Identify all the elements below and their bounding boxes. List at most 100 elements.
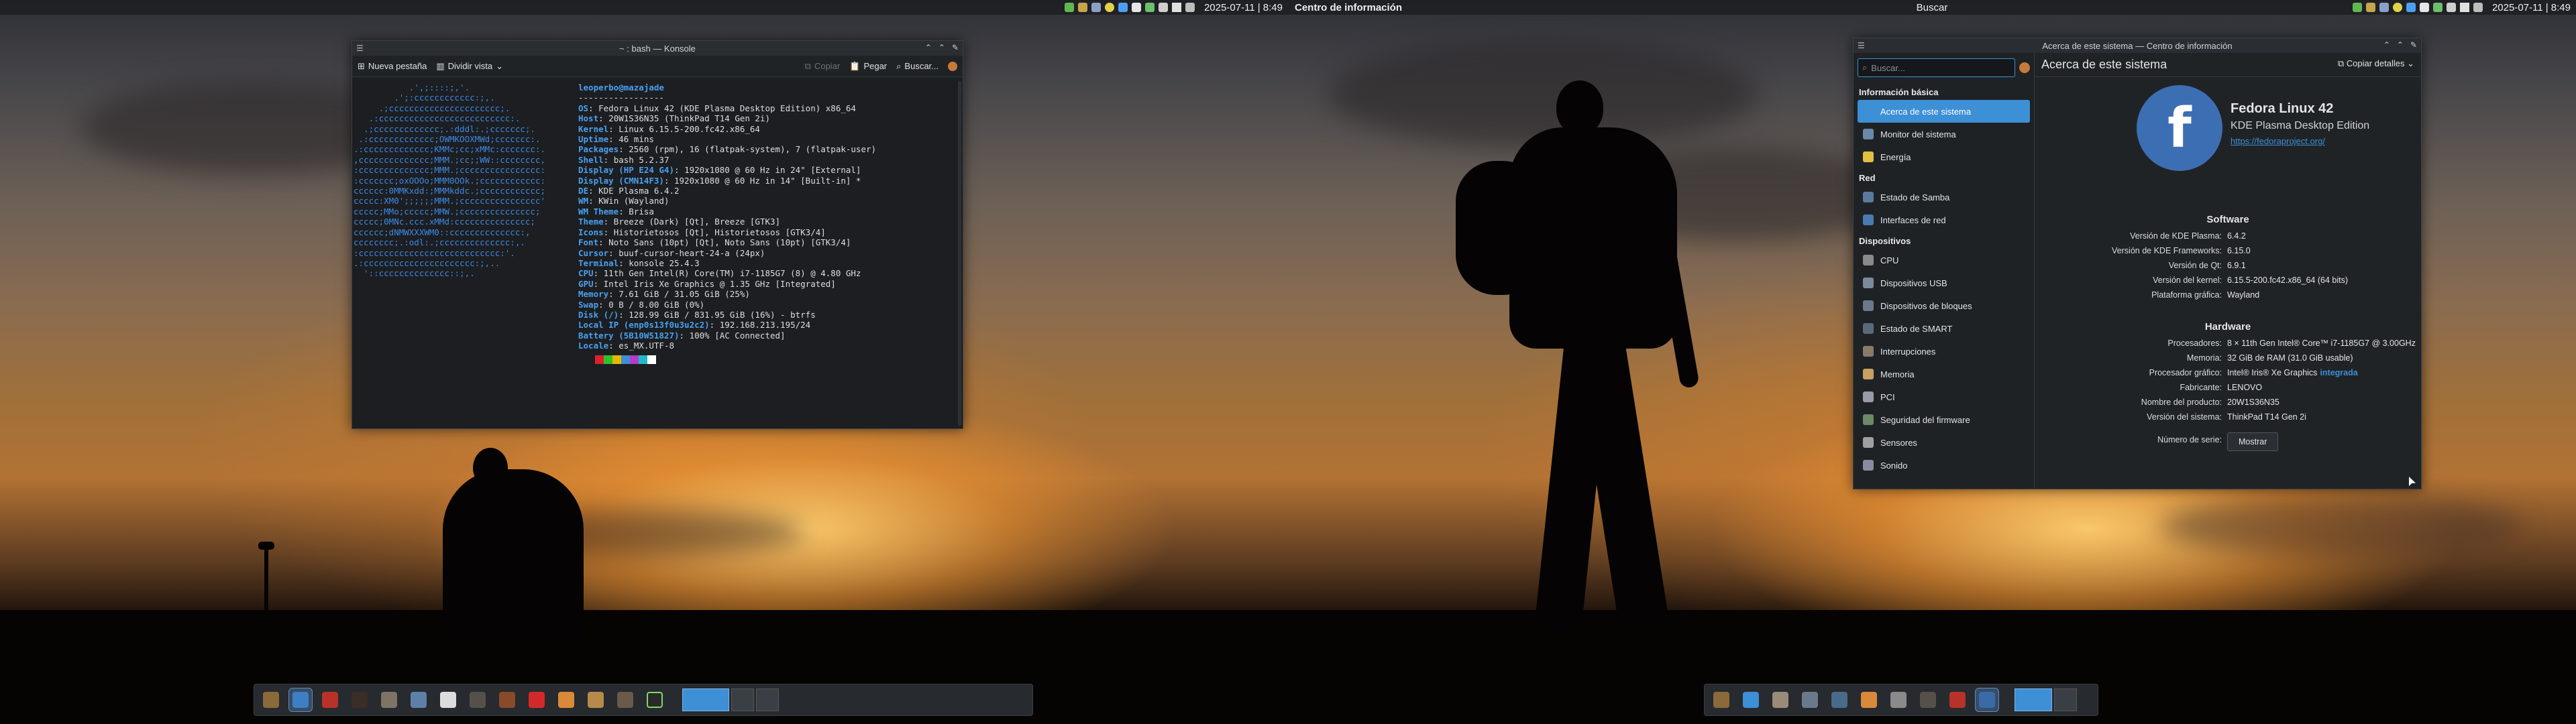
maximize-icon[interactable]: ⌃ bbox=[2397, 40, 2404, 50]
sidebar-item[interactable]: CPU bbox=[1858, 249, 2030, 272]
tray-icon[interactable] bbox=[1158, 3, 1168, 12]
gear-wheel-icon[interactable] bbox=[1799, 688, 1821, 711]
dark-box-icon[interactable] bbox=[348, 688, 371, 711]
sidebar-item[interactable]: Memoria bbox=[1858, 363, 2030, 385]
chest-icon[interactable] bbox=[1917, 688, 1939, 711]
tray-icon[interactable] bbox=[1144, 3, 1155, 12]
tray-icon[interactable] bbox=[2352, 3, 2362, 12]
copy-details-button[interactable]: ⧉ Copiar detalles ⌄ bbox=[2338, 58, 2414, 69]
tray-icon[interactable] bbox=[2446, 3, 2456, 12]
box-bag-icon[interactable] bbox=[584, 688, 607, 711]
clock[interactable]: 2025-07-11 | 8:49 bbox=[1204, 2, 1283, 13]
right-screen: Centro de información Buscar 2025-07-11 … bbox=[1288, 0, 2576, 724]
show-serial-button[interactable]: Mostrar bbox=[2227, 432, 2279, 451]
copy-button[interactable]: ⧉ Copiar bbox=[805, 61, 841, 72]
tray-icon[interactable] bbox=[2419, 3, 2429, 12]
sidebar-item[interactable]: Energía bbox=[1858, 145, 2030, 168]
split-view-button[interactable]: ▥ Dividir vista ⌄ bbox=[436, 61, 503, 72]
logo-line: ccccc:XM0';;;;;;MMM.;cccccccccccccccc' bbox=[354, 196, 545, 206]
tray-icon[interactable] bbox=[1118, 3, 1128, 12]
palette-icon[interactable] bbox=[555, 688, 578, 711]
toolbox-icon[interactable] bbox=[260, 688, 282, 711]
scrollbar[interactable] bbox=[958, 81, 961, 426]
tray-icon[interactable] bbox=[2432, 3, 2443, 12]
sidebar-item[interactable]: Sensores bbox=[1858, 431, 2030, 454]
files-icon[interactable] bbox=[1769, 688, 1792, 711]
sidebar-item[interactable]: Sonido bbox=[1858, 454, 2030, 477]
pin-icon[interactable]: ✎ bbox=[952, 43, 959, 52]
tray-icon[interactable] bbox=[2392, 3, 2402, 12]
chest-icon[interactable] bbox=[466, 688, 489, 711]
desktop-3[interactable] bbox=[756, 688, 779, 711]
sidebar-item[interactable]: PCI bbox=[1858, 385, 2030, 408]
tray-icon[interactable] bbox=[1104, 3, 1114, 12]
sidebar-item[interactable]: Seguridad del firmware bbox=[1858, 408, 2030, 431]
tray-icon[interactable] bbox=[1064, 3, 1074, 12]
window-title: Acerca de este sistema — Centro de infor… bbox=[2042, 40, 2233, 51]
red-creature-icon[interactable] bbox=[319, 688, 341, 711]
desktop-2[interactable] bbox=[2054, 688, 2077, 711]
sidebar-item[interactable]: Interfaces de red bbox=[1858, 208, 2030, 231]
tray-icon[interactable] bbox=[1131, 3, 1141, 12]
desktop-1[interactable] bbox=[682, 688, 729, 711]
notepad-icon[interactable] bbox=[407, 688, 430, 711]
calendar-icon[interactable] bbox=[1185, 3, 1195, 12]
info-key: DE bbox=[578, 186, 589, 196]
red-creature-icon[interactable] bbox=[1946, 688, 1969, 711]
sidebar-item[interactable]: Dispositivos USB bbox=[1858, 272, 2030, 294]
detail-key: Nombre del producto: bbox=[2141, 398, 2222, 407]
infocenter-titlebar[interactable]: ☰ Acerca de este sistema — Centro de inf… bbox=[1854, 38, 2421, 53]
paste-button[interactable]: 📋 Pegar bbox=[849, 61, 887, 72]
cabinet-icon[interactable] bbox=[378, 688, 400, 711]
search-input[interactable]: ⌕ Buscar... bbox=[1858, 58, 2015, 77]
konsole-titlebar[interactable]: ☰ ~ : bash — Konsole ⌃ ⌃ ✎ bbox=[352, 41, 963, 56]
sidebar-item[interactable]: Acerca de este sistema bbox=[1858, 100, 2030, 123]
gear-box-icon[interactable] bbox=[614, 688, 637, 711]
toolbox-icon[interactable] bbox=[1710, 688, 1733, 711]
palette-icon[interactable] bbox=[1858, 688, 1880, 711]
terminal-area[interactable]: .',;::::;,'. .';:cccccccccccc:;,. .;cccc… bbox=[352, 78, 963, 428]
calendar-icon[interactable] bbox=[2473, 3, 2483, 12]
tray-icon[interactable] bbox=[1077, 3, 1087, 12]
sidebar-item[interactable]: Estado de Samba bbox=[1858, 186, 2030, 208]
pin-icon[interactable]: ✎ bbox=[2410, 40, 2417, 50]
sidebar-item-label: Dispositivos USB bbox=[1880, 278, 1947, 288]
system-monitor-icon[interactable] bbox=[1887, 688, 1910, 711]
globe-icon[interactable] bbox=[1739, 688, 1762, 711]
desktop-1[interactable] bbox=[2015, 688, 2052, 711]
blue-bird-icon[interactable] bbox=[288, 688, 313, 712]
window-menu-icon[interactable]: ☰ bbox=[1858, 41, 1865, 50]
wifi-icon[interactable] bbox=[1171, 3, 1181, 12]
document-icon[interactable] bbox=[437, 688, 460, 711]
pencil-icon[interactable] bbox=[496, 688, 519, 711]
tray-icon[interactable] bbox=[1091, 3, 1101, 12]
ladybug-icon[interactable] bbox=[525, 688, 548, 711]
tray-icon[interactable] bbox=[2365, 3, 2375, 12]
desktop-2[interactable] bbox=[731, 688, 754, 711]
sidebar-item[interactable]: Dispositivos de bloques bbox=[1858, 294, 2030, 317]
logo-line: ccccc;MMo;ccccc;MMW.;ccccccccccccccc; bbox=[354, 206, 541, 217]
tray-icon[interactable] bbox=[2406, 3, 2416, 12]
search-button[interactable]: ⌕ Buscar... bbox=[896, 61, 938, 72]
tray-icon[interactable] bbox=[2379, 3, 2389, 12]
sidebar-item[interactable]: Interrupciones bbox=[1858, 340, 2030, 363]
maximize-icon[interactable]: ⌃ bbox=[938, 43, 945, 52]
info-key: WM bbox=[578, 196, 589, 206]
detail-value: LENOVO bbox=[2227, 383, 2263, 392]
new-tab-button[interactable]: ⊞ Nueva pestaña bbox=[358, 61, 427, 72]
hamburger-menu-button[interactable] bbox=[948, 61, 957, 71]
global-search[interactable]: Buscar bbox=[1917, 2, 1948, 13]
taskbar-panel bbox=[254, 684, 1033, 716]
sidebar-item[interactable]: Estado de SMART bbox=[1858, 317, 2030, 340]
clock[interactable]: 2025-07-11 | 8:49 bbox=[2492, 2, 2571, 13]
minimize-icon[interactable]: ⌃ bbox=[2383, 40, 2390, 50]
wifi-icon[interactable] bbox=[2459, 3, 2469, 12]
minimize-icon[interactable]: ⌃ bbox=[925, 43, 932, 52]
sidebar-item[interactable]: Monitor del sistema bbox=[1858, 123, 2030, 145]
window-menu-icon[interactable]: ☰ bbox=[356, 44, 364, 53]
distro-url-link[interactable]: https://fedoraproject.org/ bbox=[2231, 136, 2325, 146]
terminal-active-icon[interactable] bbox=[1975, 688, 1999, 712]
terminal-icon[interactable] bbox=[643, 688, 666, 711]
network-box-icon[interactable] bbox=[1828, 688, 1851, 711]
hamburger-menu-icon[interactable] bbox=[2019, 62, 2030, 73]
